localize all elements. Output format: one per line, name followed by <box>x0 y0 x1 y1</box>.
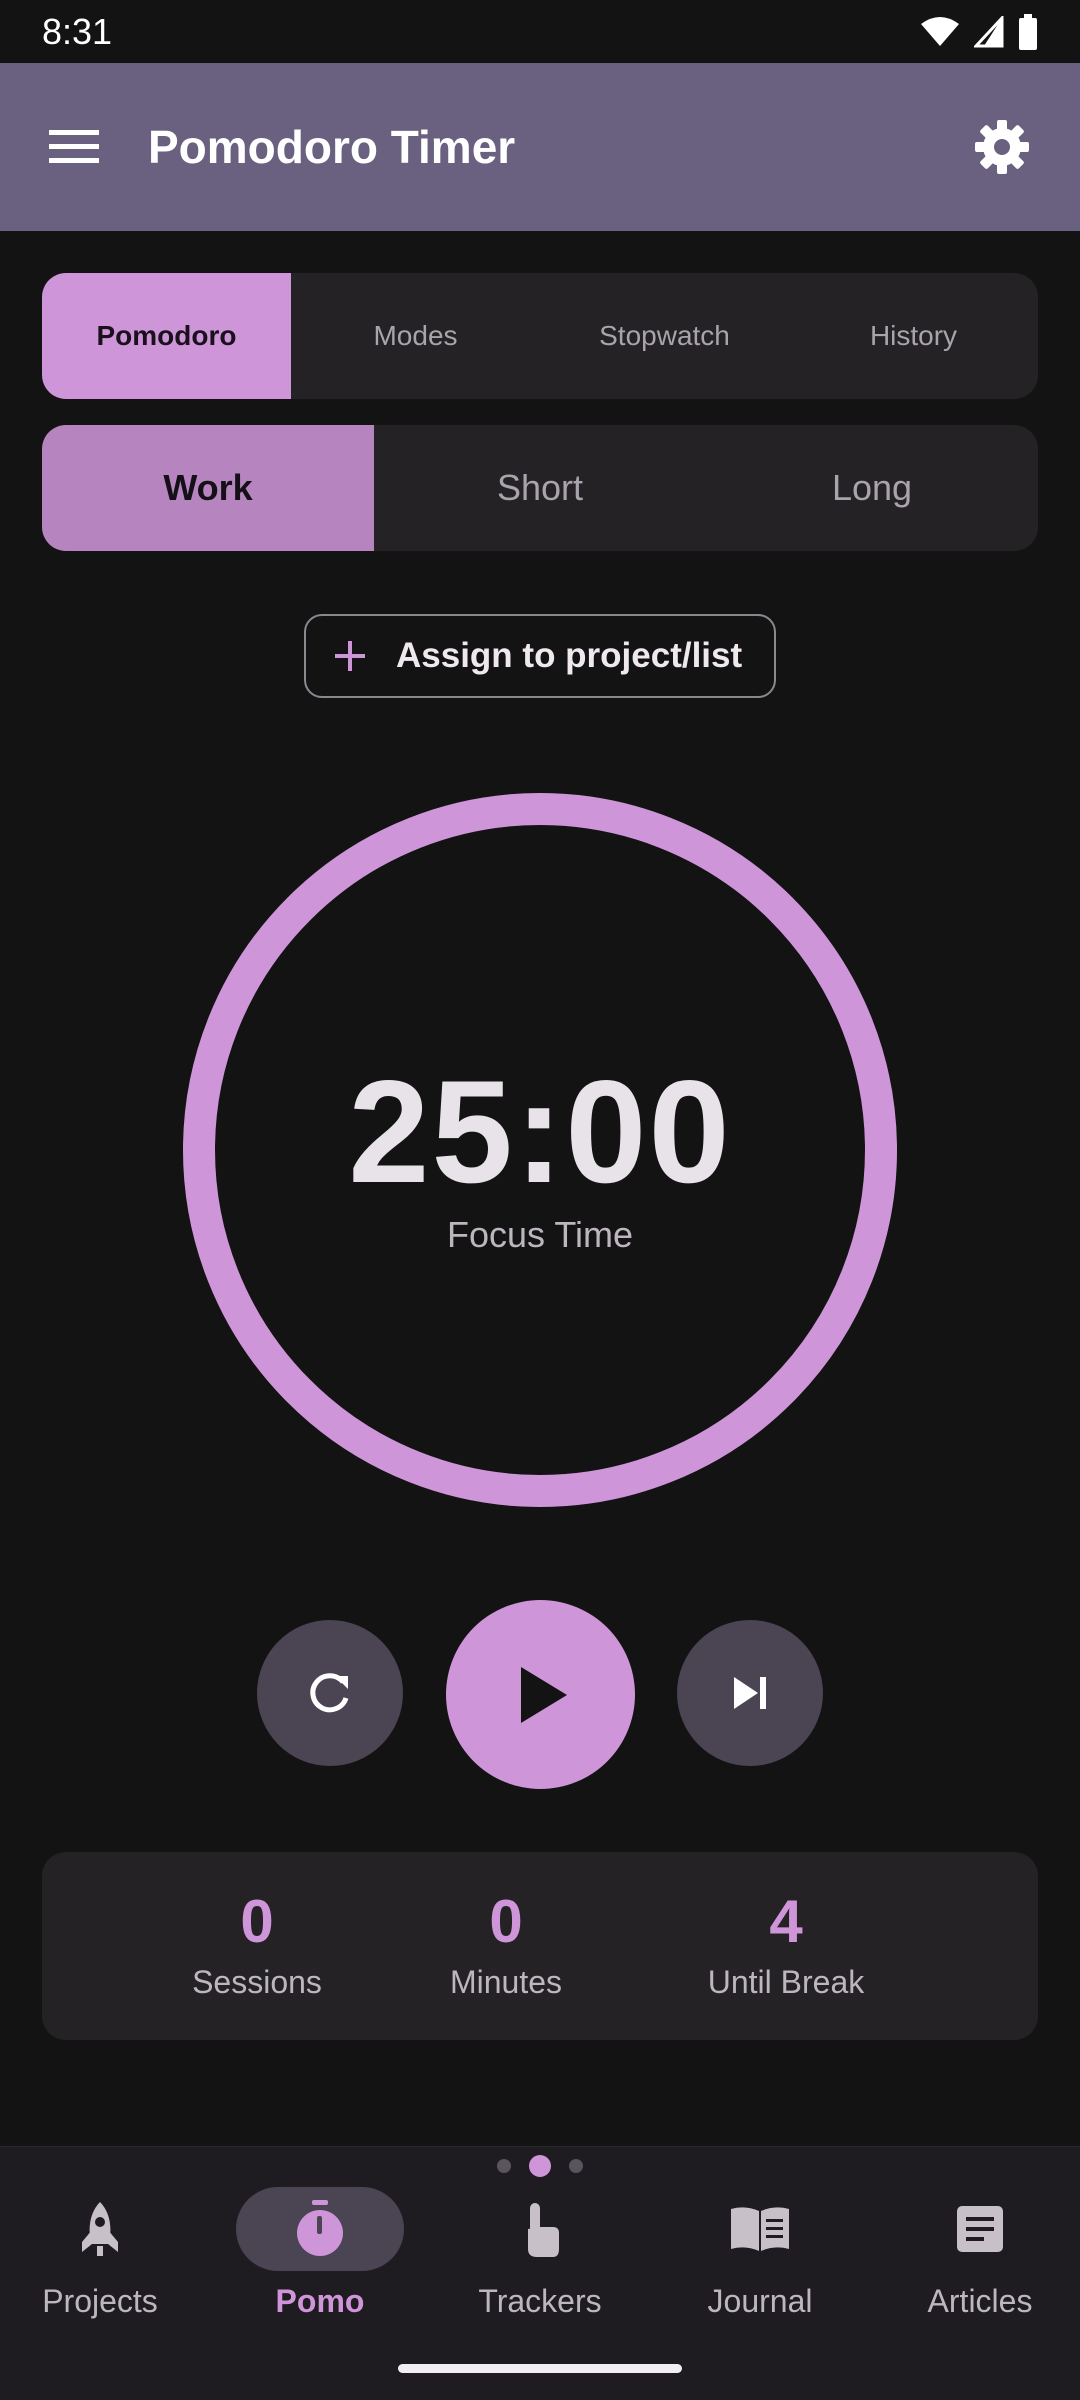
reset-icon <box>310 1673 349 1713</box>
menu-button[interactable] <box>48 121 100 173</box>
hamburger-menu-icon <box>49 130 99 163</box>
settings-button[interactable] <box>972 117 1032 177</box>
tab-modes[interactable]: Modes <box>291 273 540 399</box>
timer-display: 25:00 <box>348 1050 732 1213</box>
assign-project-label: Assign to project/list <box>396 636 743 675</box>
stat-sessions: 0 Sessions <box>192 1892 322 2001</box>
nav-label-trackers: Trackers <box>478 2283 602 2319</box>
home-indicator[interactable] <box>398 2364 682 2373</box>
stat-minutes-value: 0 <box>489 1888 523 1955</box>
status-icons <box>920 13 1038 50</box>
gear-icon <box>975 120 1029 174</box>
session-tabs: Work Short Long <box>42 425 1038 551</box>
page-dot <box>569 2159 583 2173</box>
page-dot-active <box>529 2155 551 2177</box>
stat-until-break-label: Until Break <box>707 1964 865 2000</box>
wifi-icon <box>921 16 959 46</box>
nav-label-pomo: Pomo <box>275 2283 365 2319</box>
status-time: 8:31 <box>42 10 113 52</box>
status-bar: 8:31 <box>0 0 1080 63</box>
assign-project-button[interactable]: Assign to project/list <box>304 614 776 698</box>
tab-pomodoro[interactable]: Pomodoro <box>42 273 291 399</box>
nav-label-journal: Journal <box>707 2283 813 2319</box>
stat-until-break: 4 Until Break <box>704 1892 868 2001</box>
bottom-nav: Projects Pomo Trackers Journal Articles <box>0 2146 1080 2400</box>
page-indicator <box>0 2155 1080 2177</box>
book-icon <box>731 2207 789 2251</box>
play-button[interactable] <box>446 1600 635 1789</box>
skip-button[interactable] <box>677 1620 823 1766</box>
page-dot <box>497 2159 511 2173</box>
app-title: Pomodoro Timer <box>148 121 516 173</box>
tab-work[interactable]: Work <box>42 425 374 551</box>
tab-stopwatch[interactable]: Stopwatch <box>540 273 789 399</box>
tab-history[interactable]: History <box>789 273 1038 399</box>
nav-label-projects: Projects <box>42 2283 158 2319</box>
play-icon <box>520 1666 567 1723</box>
stat-sessions-value: 0 <box>240 1888 274 1955</box>
touch-icon <box>528 2203 559 2257</box>
nav-item-journal[interactable]: Journal <box>660 2187 860 2320</box>
timer-label: Focus Time <box>446 1214 634 1255</box>
nav-item-trackers[interactable]: Trackers <box>440 2187 640 2320</box>
nav-item-articles[interactable]: Articles <box>880 2187 1080 2320</box>
tab-long[interactable]: Long <box>706 425 1038 551</box>
plus-icon <box>330 636 370 676</box>
nav-item-pomo[interactable]: Pomo <box>220 2187 420 2320</box>
battery-icon <box>1019 13 1037 50</box>
article-icon <box>957 2206 1003 2252</box>
stats-card: 0 Sessions 0 Minutes 4 Until Break <box>42 1852 1038 2040</box>
signal-icon <box>974 15 1004 47</box>
reset-button[interactable] <box>257 1620 403 1766</box>
tab-short[interactable]: Short <box>374 425 706 551</box>
nav-label-articles: Articles <box>927 2283 1033 2319</box>
stat-minutes: 0 Minutes <box>444 1892 568 2001</box>
timer-ring: 25:00 Focus Time <box>180 790 900 1510</box>
stat-sessions-label: Sessions <box>192 1964 322 2000</box>
mode-tabs: Pomodoro Modes Stopwatch History <box>42 273 1038 399</box>
stat-until-break-value: 4 <box>769 1888 803 1955</box>
app-bar: Pomodoro Timer <box>0 63 1080 231</box>
timer-icon <box>297 2200 343 2256</box>
stat-minutes-label: Minutes <box>449 1964 563 2000</box>
skip-next-icon <box>734 1677 766 1709</box>
nav-item-projects[interactable]: Projects <box>0 2187 200 2320</box>
rocket-icon <box>82 2202 118 2256</box>
